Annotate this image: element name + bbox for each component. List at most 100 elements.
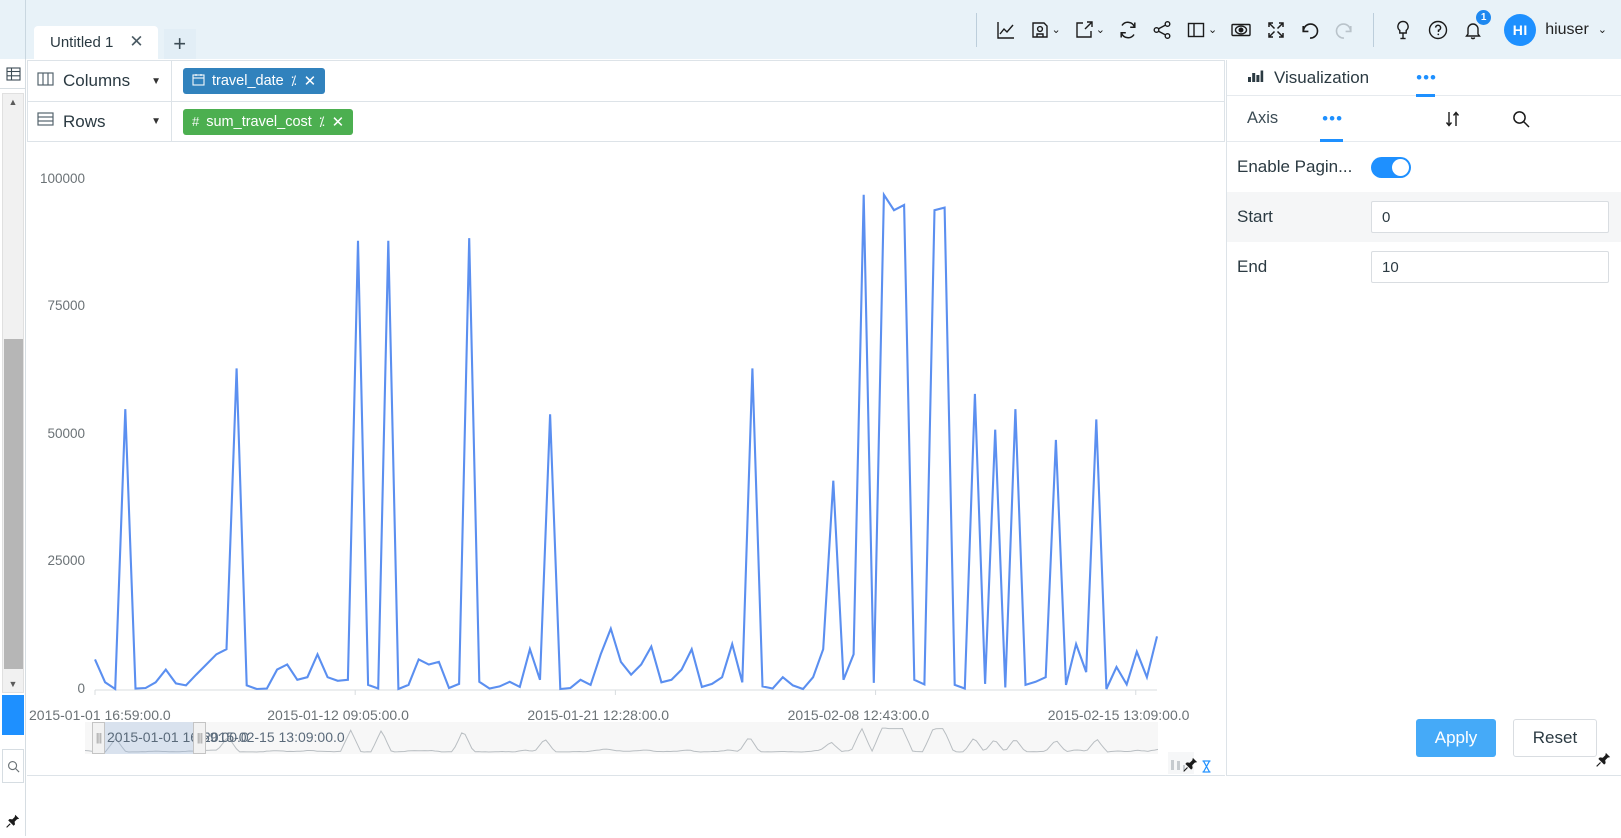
line-chart-icon[interactable] xyxy=(989,10,1023,50)
y-axis-tick: 50000 xyxy=(47,425,85,441)
notification-badge: 1 xyxy=(1476,9,1492,25)
panel-header: Visualization ••• xyxy=(1227,60,1621,97)
chevron-down-icon[interactable]: ⌄ xyxy=(1598,23,1607,36)
scrollbar-thumb[interactable] xyxy=(4,339,23,669)
add-tab-button[interactable]: + xyxy=(163,29,196,59)
tab-axis[interactable]: Axis xyxy=(1247,109,1278,128)
brush-end-label: 2015-02-15 13:09:00.0 xyxy=(203,729,345,745)
tab-more-options[interactable]: ••• xyxy=(1320,110,1343,142)
undo-icon[interactable] xyxy=(1293,10,1327,50)
pill-aggregate-icon[interactable]: ⁒ xyxy=(291,73,297,89)
pill-label: sum_travel_cost xyxy=(206,113,312,130)
end-input[interactable] xyxy=(1371,251,1609,283)
row-end: End xyxy=(1227,242,1621,292)
visualization-panel: Visualization ••• Axis ••• Enable Pagin.… xyxy=(1226,60,1621,776)
columns-icon xyxy=(37,71,54,91)
user-name-label: hiuser xyxy=(1545,20,1589,38)
range-brush[interactable]: 2015-01-01 16:59:00.0 2015-02-15 13:09:0… xyxy=(85,722,1158,754)
chevron-down-icon[interactable]: ▼ xyxy=(151,116,161,127)
filter-indicator-icon[interactable] xyxy=(1201,760,1212,776)
rows-icon xyxy=(37,112,54,131)
tab-label: Untitled 1 xyxy=(50,34,114,51)
close-icon[interactable]: ✕ xyxy=(332,113,345,131)
canvas-bottom-border xyxy=(27,775,1225,776)
chevron-down-icon[interactable]: ⌄ xyxy=(1052,23,1061,36)
row-enable-pagination: Enable Pagin... xyxy=(1227,142,1621,192)
x-axis-tick: 2015-01-01 16:59:00.0 xyxy=(29,707,171,723)
pin-icon[interactable] xyxy=(2,804,24,838)
export-icon[interactable]: ⌄ xyxy=(1067,10,1111,50)
share-icon[interactable] xyxy=(1145,10,1179,50)
chevron-down-icon[interactable]: ▼ xyxy=(151,76,161,87)
shelf-rows-label: Rows ▼ xyxy=(28,102,172,141)
x-axis-tick: 2015-02-08 12:43:00.0 xyxy=(787,707,930,723)
pill-sum-travel-cost[interactable]: # sum_travel_cost ⁒ ✕ xyxy=(183,108,354,135)
enable-pagination-toggle[interactable] xyxy=(1371,156,1411,178)
chevron-down-icon[interactable]: ⌄ xyxy=(1096,23,1105,36)
start-input[interactable] xyxy=(1371,201,1609,233)
shelf-container: Columns ▼ travel_date ⁒ ✕ Rows ▼ # sum_t… xyxy=(27,60,1225,142)
topbar-left-gutter xyxy=(0,0,26,59)
x-axis-tick: 2015-01-12 09:05:00.0 xyxy=(267,707,409,723)
row-label: Enable Pagin... xyxy=(1237,157,1353,176)
line-chart-plot xyxy=(94,191,1159,695)
panel-more-options[interactable]: ••• xyxy=(1416,69,1437,97)
left-rail: ▲ ▼ xyxy=(0,59,26,836)
y-axis-tick: 25000 xyxy=(47,553,85,569)
refresh-icon[interactable] xyxy=(1111,10,1145,50)
row-start: Start xyxy=(1227,192,1621,242)
row-label: Start xyxy=(1237,207,1273,226)
shelf-columns-label: Columns ▼ xyxy=(28,61,172,101)
x-axis-tick: 2015-01-21 12:28:00.0 xyxy=(527,707,670,723)
x-axis-tick: 2015-02-15 13:09:00.0 xyxy=(1047,707,1190,723)
layout-icon[interactable]: ⌄ xyxy=(1179,10,1223,50)
reset-button[interactable]: Reset xyxy=(1513,719,1597,757)
table-icon[interactable] xyxy=(0,59,26,89)
pill-travel-date[interactable]: travel_date ⁒ ✕ xyxy=(183,68,326,94)
save-icon[interactable]: ⌄ xyxy=(1023,10,1067,50)
scroll-down-icon[interactable]: ▼ xyxy=(3,676,23,692)
redo-icon[interactable] xyxy=(1327,10,1361,50)
search-icon[interactable] xyxy=(2,749,24,783)
scroll-up-icon[interactable]: ▲ xyxy=(3,94,23,110)
close-icon[interactable]: ✕ xyxy=(304,72,317,90)
y-axis-tick: 0 xyxy=(77,681,85,696)
top-bar: Untitled 1 ✕ + ⌄ ⌄ ⌄ 1 HI hiuser ⌄ xyxy=(0,0,1621,59)
preview-eye-icon[interactable] xyxy=(1223,10,1259,50)
row-label: End xyxy=(1237,257,1268,276)
user-menu[interactable]: HI hiuser ⌄ xyxy=(1504,13,1607,46)
fullscreen-icon[interactable] xyxy=(1259,10,1293,50)
pill-aggregate-icon[interactable]: ⁒ xyxy=(319,114,325,130)
shelf-label-text: Columns xyxy=(63,71,131,90)
hash-icon: # xyxy=(192,114,200,129)
search-icon[interactable] xyxy=(1511,109,1531,129)
pin-icon[interactable] xyxy=(1596,752,1611,772)
shelf-rows: Rows ▼ # sum_travel_cost ⁒ ✕ xyxy=(27,101,1225,142)
chart-icon xyxy=(1247,68,1264,88)
notifications-button[interactable]: 1 xyxy=(1456,9,1492,50)
toolbar: ⌄ ⌄ ⌄ 1 HI hiuser ⌄ xyxy=(964,0,1621,59)
panel-title: Visualization xyxy=(1247,68,1369,88)
chevron-down-icon[interactable]: ⌄ xyxy=(1208,23,1217,36)
sort-icon[interactable] xyxy=(1443,109,1463,129)
shelf-label-text: Rows xyxy=(63,111,106,131)
calendar-icon xyxy=(192,73,205,89)
panel-footer: Apply Reset xyxy=(1227,719,1621,775)
lightbulb-icon[interactable] xyxy=(1386,10,1420,50)
panel-tabs: Axis ••• xyxy=(1227,96,1621,142)
apply-button[interactable]: Apply xyxy=(1416,719,1496,757)
question-icon[interactable] xyxy=(1420,10,1456,50)
tab-untitled-1[interactable]: Untitled 1 ✕ xyxy=(34,26,158,59)
y-axis-tick: 100000 xyxy=(39,170,85,186)
tab-strip: Untitled 1 ✕ + xyxy=(26,0,964,59)
brush-handle-right[interactable]: ||| xyxy=(193,722,206,754)
chart-canvas[interactable]: 0 25000 50000 75000 100000 2015-01-01 16:59:… xyxy=(27,142,1225,767)
rail-scrollbar[interactable]: ▲ ▼ xyxy=(2,93,24,693)
close-icon[interactable]: ✕ xyxy=(129,34,143,51)
avatar: HI xyxy=(1504,13,1537,46)
rail-active-indicator[interactable] xyxy=(2,695,24,735)
shelf-columns: Columns ▼ travel_date ⁒ ✕ xyxy=(27,60,1225,101)
pin-icon[interactable] xyxy=(1183,757,1198,777)
panel-title-text: Visualization xyxy=(1274,67,1370,87)
brush-handle-left[interactable]: ||| xyxy=(92,722,105,754)
